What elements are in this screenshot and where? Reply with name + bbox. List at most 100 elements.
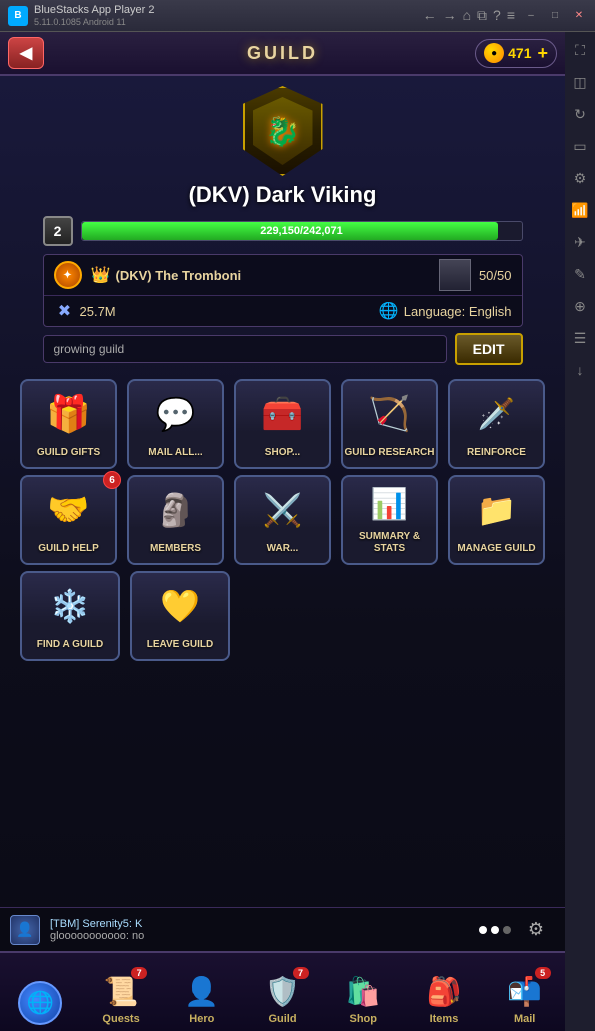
guild-gifts-icon-area: 🎁 [22, 381, 115, 447]
sidebar-edit[interactable]: ✎ [570, 264, 590, 284]
hero-label: Hero [189, 1013, 214, 1025]
nav-quests[interactable]: 📜 7 Quests [81, 953, 162, 1031]
sidebar-fullscreen[interactable]: ⛶ [570, 40, 590, 60]
items-nav-icon: 🎒 [422, 969, 466, 1013]
guild-gifts-label: GUILD GIFTS [37, 447, 100, 459]
guild-help-icon-area: 🤝 [22, 477, 115, 543]
manage-guild-icon-area: 📁 [450, 477, 543, 543]
nav-guild[interactable]: 🛡️ 7 Guild [242, 953, 323, 1031]
leader-avatar [439, 259, 471, 291]
info-nav[interactable]: ? [493, 7, 501, 24]
notification-message: glooooooooooo: no [50, 930, 144, 942]
find-guild-button[interactable]: ❄️ FIND A GUILD [20, 571, 120, 661]
guild-help-button[interactable]: 6 🤝 GUILD HELP [20, 475, 117, 565]
sidebar-down[interactable]: ↓ [570, 360, 590, 380]
sidebar-rotate[interactable]: ↻ [570, 104, 590, 124]
guild-leader-name: (DKV) The Tromboni [116, 268, 439, 283]
quests-label: Quests [102, 1013, 139, 1025]
guild-power: 25.7M [80, 304, 378, 319]
add-currency-btn[interactable]: + [537, 43, 548, 64]
guild-nav-label: Guild [268, 1013, 296, 1025]
app-icon: B [8, 6, 28, 26]
shop-icon-area: 🧰 [236, 381, 329, 447]
sidebar-layers[interactable]: ☰ [570, 328, 590, 348]
forward-nav[interactable]: → [443, 7, 457, 24]
dot-2 [491, 926, 499, 934]
summary-stats-button[interactable]: 📊 SUMMARY & STATS [341, 475, 438, 565]
war-label: WAR... [267, 543, 299, 555]
reinforce-icon-area: 🗡️ [450, 381, 543, 447]
guild-members: 50/50 [479, 268, 512, 283]
xp-text: 229,150/242,071 [260, 225, 343, 237]
members-button[interactable]: 🗿 MEMBERS [127, 475, 224, 565]
nav-mail[interactable]: 📬 5 Mail [484, 953, 565, 1031]
guild-gifts-button[interactable]: 🎁 GUILD GIFTS [20, 379, 117, 469]
level-badge: 2 [43, 216, 73, 246]
shop-label: SHOP... [265, 447, 300, 459]
reinforce-button[interactable]: 🗡️ REINFORCE [448, 379, 545, 469]
find-guild-label: FIND A GUILD [37, 639, 103, 651]
guild-badge: 7 [293, 967, 309, 979]
game-area: ◀ GUILD ● 471 + 🐉 (DKV) Dark Viking 2 22… [0, 32, 565, 1031]
shop-nav-label: Shop [349, 1013, 377, 1025]
nav-buttons: ← → ⌂ ⧉ ? ≡ [423, 7, 515, 24]
sidebar-location[interactable]: ⊕ [570, 296, 590, 316]
back-nav[interactable]: ← [423, 7, 437, 24]
edit-button[interactable]: EDIT [455, 333, 523, 365]
guild-leader-row: ✦ 👑 (DKV) The Tromboni 50/50 [44, 255, 522, 296]
quests-nav-icon: 📜 7 [99, 969, 143, 1013]
chat-dots [479, 926, 511, 934]
emblem-inner: 🐉 [253, 97, 313, 165]
guild-power-row: ✖ 25.7M 🌐 Language: English [44, 296, 522, 326]
title-bar: B BlueStacks App Player 2 5.11.0.1085 An… [0, 0, 595, 32]
settings-icon[interactable]: ⚙ [521, 915, 551, 945]
minimize-btn[interactable]: – [523, 8, 539, 24]
guild-research-icon-area: 🏹 [343, 381, 436, 447]
war-button[interactable]: ⚔️ WAR... [234, 475, 331, 565]
action-grid: 🎁 GUILD GIFTS 💬 MAIL ALL... 🧰 SHOP... 🏹 [0, 371, 565, 669]
guild-info: ✦ 👑 (DKV) The Tromboni 50/50 ✖ 25.7M 🌐 L… [43, 254, 523, 327]
currency-amount: 471 [508, 45, 531, 61]
leave-guild-button[interactable]: 💛 LEAVE GUILD [130, 571, 230, 661]
crown-icon: 👑 [90, 264, 112, 286]
notification-bar[interactable]: 👤 [TBM] Serenity5: K glooooooooooo: no ⚙ [0, 907, 565, 951]
close-btn[interactable]: ✕ [571, 8, 587, 24]
nav-hero[interactable]: 👤 Hero [161, 953, 242, 1031]
nav-world[interactable]: 🌐 [0, 953, 81, 1031]
members-label: MEMBERS [150, 543, 201, 555]
screen-title: GUILD [247, 43, 318, 64]
menu-nav[interactable]: ≡ [507, 7, 515, 24]
coin-icon: ● [484, 43, 504, 63]
nav-shop[interactable]: 🛍️ Shop [323, 953, 404, 1031]
sidebar-screen[interactable]: ▭ [570, 136, 590, 156]
sidebar-airplane[interactable]: ✈ [570, 232, 590, 252]
nav-items[interactable]: 🎒 Items [404, 953, 485, 1031]
sidebar-signal[interactable]: 📶 [570, 200, 590, 220]
home-nav[interactable]: ⌂ [463, 7, 471, 24]
world-globe-icon: 🌐 [18, 981, 62, 1025]
manage-guild-button[interactable]: 📁 MANAGE GUILD [448, 475, 545, 565]
mail-label: Mail [514, 1013, 535, 1025]
find-guild-icon-area: ❄️ [22, 573, 118, 639]
sidebar-camera[interactable]: ◫ [570, 72, 590, 92]
action-row-1: 🎁 GUILD GIFTS 💬 MAIL ALL... 🧰 SHOP... 🏹 [20, 379, 545, 469]
guild-help-badge: 6 [103, 471, 121, 489]
bottom-nav: 🌐 📜 7 Quests 👤 Hero 🛡️ 7 Guild [0, 951, 565, 1031]
action-row-2: 6 🤝 GUILD HELP 🗿 MEMBERS ⚔️ WAR... [20, 475, 545, 565]
sidebar-settings[interactable]: ⚙ [570, 168, 590, 188]
shop-button[interactable]: 🧰 SHOP... [234, 379, 331, 469]
world-nav-icon: 🌐 [18, 981, 62, 1025]
guild-nav-icon: 🛡️ 7 [261, 969, 305, 1013]
notification-avatar: 👤 [10, 915, 40, 945]
mail-all-button[interactable]: 💬 MAIL ALL... [127, 379, 224, 469]
bookmark-nav[interactable]: ⧉ [477, 7, 487, 24]
guild-research-button[interactable]: 🏹 GUILD RESEARCH [341, 379, 438, 469]
dot-3 [503, 926, 511, 934]
maximize-btn[interactable]: □ [547, 8, 563, 24]
guild-desc-row: growing guild EDIT [43, 333, 523, 365]
currency-button[interactable]: ● 471 + [475, 39, 557, 68]
quests-badge: 7 [131, 967, 147, 979]
guild-research-label: GUILD RESEARCH [344, 447, 434, 459]
back-button[interactable]: ◀ [8, 37, 44, 69]
items-label: Items [430, 1013, 459, 1025]
